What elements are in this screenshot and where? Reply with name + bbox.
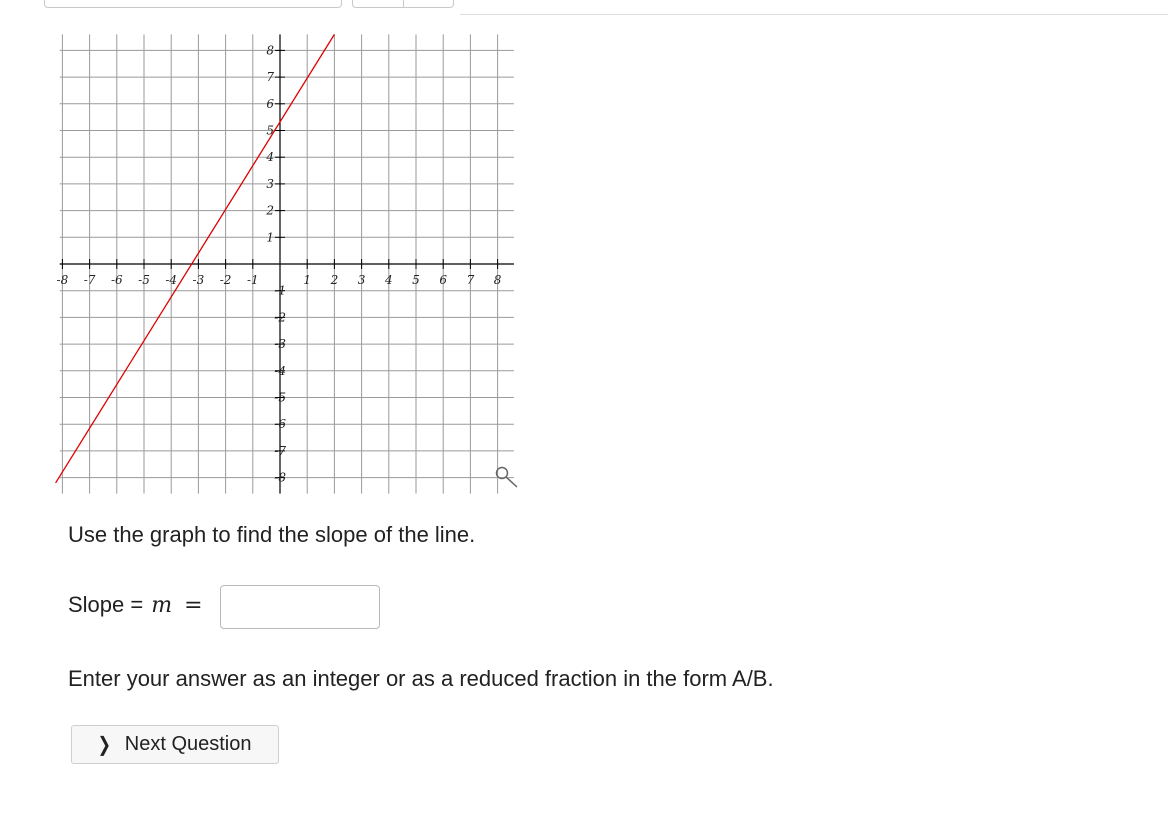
x-tick-label: -1 xyxy=(247,273,259,287)
y-tick-label: 6 xyxy=(266,97,274,111)
coordinate-graph: -8 -7 -6 -5 -4 -3 -2 -1 1 2 3 4 5 6 7 8 8 7 6 5 4 3 2 1 -1 -2 -3 -4… xyxy=(55,34,518,494)
x-tick-label: 8 xyxy=(494,273,502,287)
y-tick-label: -4 xyxy=(274,364,286,378)
y-tick-label: 4 xyxy=(265,150,274,164)
axes xyxy=(59,34,514,494)
y-tick-label: -5 xyxy=(274,391,286,405)
next-question-label: Next Question xyxy=(124,733,252,755)
slope-variable: m xyxy=(151,592,173,618)
top-divider xyxy=(460,14,1168,15)
slope-text: Slope = xyxy=(68,592,144,617)
x-tick-label: -7 xyxy=(84,273,96,287)
plotted-line xyxy=(55,34,335,484)
x-tick-label: 3 xyxy=(358,273,366,287)
x-tick-label: 2 xyxy=(330,273,339,287)
y-tick-label: -2 xyxy=(274,310,286,324)
y-tick-label: -7 xyxy=(274,444,286,458)
y-tick-label: -3 xyxy=(274,337,286,351)
x-tick-label: -2 xyxy=(220,273,232,287)
equals-sign: = xyxy=(184,592,203,618)
x-tick-label: 4 xyxy=(384,273,393,287)
x-tick-label: 5 xyxy=(412,273,420,287)
next-question-button[interactable]: ❯ Next Question xyxy=(71,725,279,764)
x-tick-label: -6 xyxy=(111,273,123,287)
y-tick-label: -6 xyxy=(274,417,286,431)
x-tick-label: -5 xyxy=(138,273,150,287)
question-prompt: Use the graph to find the slope of the l… xyxy=(68,522,476,547)
answer-hint: Enter your answer as an integer or as a … xyxy=(68,666,774,691)
x-tick-label: -4 xyxy=(165,273,177,287)
y-tick-label: 7 xyxy=(266,70,274,84)
y-tick-label: 3 xyxy=(266,177,274,191)
slope-answer-input[interactable] xyxy=(220,585,380,629)
x-tick-label: 7 xyxy=(467,273,475,287)
x-tick-label: 1 xyxy=(303,273,311,287)
y-tick-label: 8 xyxy=(266,43,274,57)
x-tick-label: -8 xyxy=(57,273,69,287)
magnifier-icon[interactable] xyxy=(495,466,518,488)
slope-label: Slope = m = xyxy=(68,592,203,618)
y-tick-label: 5 xyxy=(266,124,274,138)
y-tick-label: -8 xyxy=(274,471,286,485)
x-tick-label: 6 xyxy=(439,273,447,287)
chevron-right-icon: ❯ xyxy=(97,734,112,756)
y-tick-label: 1 xyxy=(266,230,274,244)
x-tick-label: -3 xyxy=(193,273,205,287)
y-tick-label: -1 xyxy=(274,284,286,298)
y-tick-label: 2 xyxy=(265,204,274,218)
